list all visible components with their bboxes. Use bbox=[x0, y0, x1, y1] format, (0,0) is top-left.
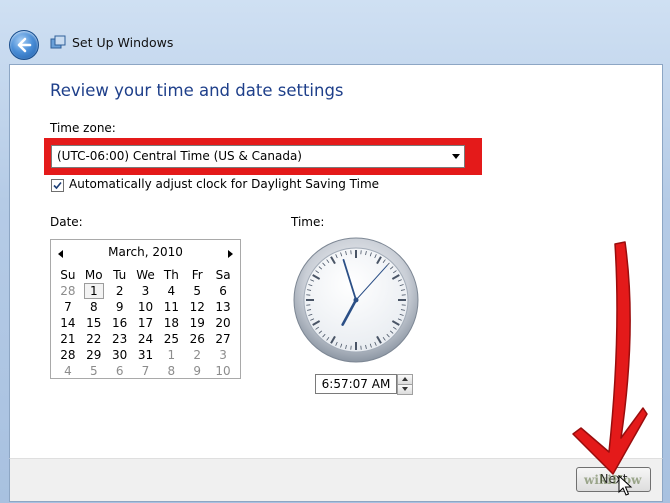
dropdown-arrow-icon bbox=[452, 154, 460, 159]
calendar-day[interactable]: 23 bbox=[107, 331, 133, 347]
calendar-day[interactable]: 17 bbox=[133, 315, 159, 331]
calendar-day[interactable]: 14 bbox=[55, 315, 81, 331]
calendar-day[interactable]: 2 bbox=[107, 283, 133, 299]
calendar-day[interactable]: 20 bbox=[210, 315, 236, 331]
next-month-icon[interactable] bbox=[228, 250, 233, 258]
weekday-header: Fr bbox=[191, 268, 203, 282]
calendar-day[interactable]: 16 bbox=[107, 315, 133, 331]
calendar-day[interactable]: 10 bbox=[133, 299, 159, 315]
calendar-day[interactable]: 30 bbox=[107, 347, 133, 363]
timezone-dropdown[interactable]: (UTC-06:00) Central Time (US & Canada) bbox=[51, 145, 465, 168]
calendar-day[interactable]: 8 bbox=[81, 299, 107, 315]
weekday-header: Su bbox=[60, 268, 76, 282]
calendar-day[interactable]: 6 bbox=[210, 283, 236, 299]
dst-checkbox[interactable] bbox=[51, 179, 64, 192]
weekday-header: Mo bbox=[84, 268, 103, 282]
calendar: March, 2010 Su Mo Tu We Th Fr Sa 28 1 2 3 4 5 6 7 8 9 10 1… bbox=[50, 239, 241, 379]
calendar-day[interactable]: 8 bbox=[158, 363, 184, 379]
calendar-day[interactable]: 7 bbox=[55, 299, 81, 315]
setup-app-icon bbox=[50, 35, 66, 49]
calendar-day[interactable]: 10 bbox=[210, 363, 236, 379]
calendar-day[interactable]: 4 bbox=[55, 363, 81, 379]
weekday-header: Th bbox=[163, 268, 179, 282]
date-label: Date: bbox=[50, 215, 83, 229]
time-spin-down-button[interactable] bbox=[397, 384, 413, 395]
mouse-cursor-icon bbox=[618, 475, 633, 496]
timezone-label: Time zone: bbox=[50, 121, 116, 135]
title-bar: Set Up Windows bbox=[0, 0, 670, 64]
calendar-day[interactable]: 3 bbox=[210, 347, 236, 363]
calendar-day[interactable]: 3 bbox=[133, 283, 159, 299]
calendar-month[interactable]: March, 2010 bbox=[51, 245, 240, 259]
calendar-day[interactable]: 11 bbox=[158, 299, 184, 315]
calendar-day[interactable]: 25 bbox=[158, 331, 184, 347]
back-button[interactable] bbox=[9, 30, 39, 60]
calendar-day[interactable]: 28 bbox=[55, 283, 81, 299]
calendar-day[interactable]: 9 bbox=[107, 299, 133, 315]
calendar-day[interactable]: 26 bbox=[184, 331, 210, 347]
page-heading: Review your time and date settings bbox=[50, 81, 344, 100]
calendar-day[interactable]: 5 bbox=[184, 283, 210, 299]
time-input[interactable]: 6:57:07 AM bbox=[315, 374, 397, 394]
weekday-header: We bbox=[136, 268, 155, 282]
calendar-day[interactable]: 22 bbox=[81, 331, 107, 347]
weekday-header: Sa bbox=[215, 268, 231, 282]
calendar-grid: Su Mo Tu We Th Fr Sa 28 1 2 3 4 5 6 7 8 9 10 11 12 13 14 15 16 1… bbox=[55, 267, 236, 379]
time-label: Time: bbox=[291, 215, 325, 229]
calendar-day[interactable]: 2 bbox=[184, 347, 210, 363]
calendar-day[interactable]: 27 bbox=[210, 331, 236, 347]
window-title: Set Up Windows bbox=[72, 35, 174, 50]
calendar-day[interactable]: 7 bbox=[133, 363, 159, 379]
calendar-day[interactable]: 29 bbox=[81, 347, 107, 363]
calendar-day[interactable]: 21 bbox=[55, 331, 81, 347]
timezone-value: (UTC-06:00) Central Time (US & Canada) bbox=[57, 149, 302, 163]
red-arrow-annotation-icon bbox=[572, 241, 648, 475]
calendar-day[interactable]: 12 bbox=[184, 299, 210, 315]
calendar-day[interactable]: 4 bbox=[158, 283, 184, 299]
setup-window: Set Up Windows Review your time and date… bbox=[0, 0, 670, 503]
dst-label[interactable]: Automatically adjust clock for Daylight … bbox=[69, 177, 379, 191]
calendar-day[interactable]: 1 bbox=[158, 347, 184, 363]
calendar-day[interactable]: 19 bbox=[184, 315, 210, 331]
calendar-day[interactable]: 13 bbox=[210, 299, 236, 315]
analog-clock bbox=[293, 237, 419, 363]
calendar-day[interactable]: 18 bbox=[158, 315, 184, 331]
calendar-day[interactable]: 28 bbox=[55, 347, 81, 363]
calendar-day[interactable]: 1 bbox=[83, 283, 104, 299]
checkmark-icon bbox=[53, 181, 62, 190]
calendar-day[interactable]: 15 bbox=[81, 315, 107, 331]
calendar-day[interactable]: 31 bbox=[133, 347, 159, 363]
calendar-day[interactable]: 6 bbox=[107, 363, 133, 379]
calendar-day[interactable]: 5 bbox=[81, 363, 107, 379]
back-arrow-icon bbox=[17, 37, 32, 53]
calendar-day[interactable]: 9 bbox=[184, 363, 210, 379]
calendar-day[interactable]: 24 bbox=[133, 331, 159, 347]
weekday-header: Tu bbox=[113, 268, 127, 282]
